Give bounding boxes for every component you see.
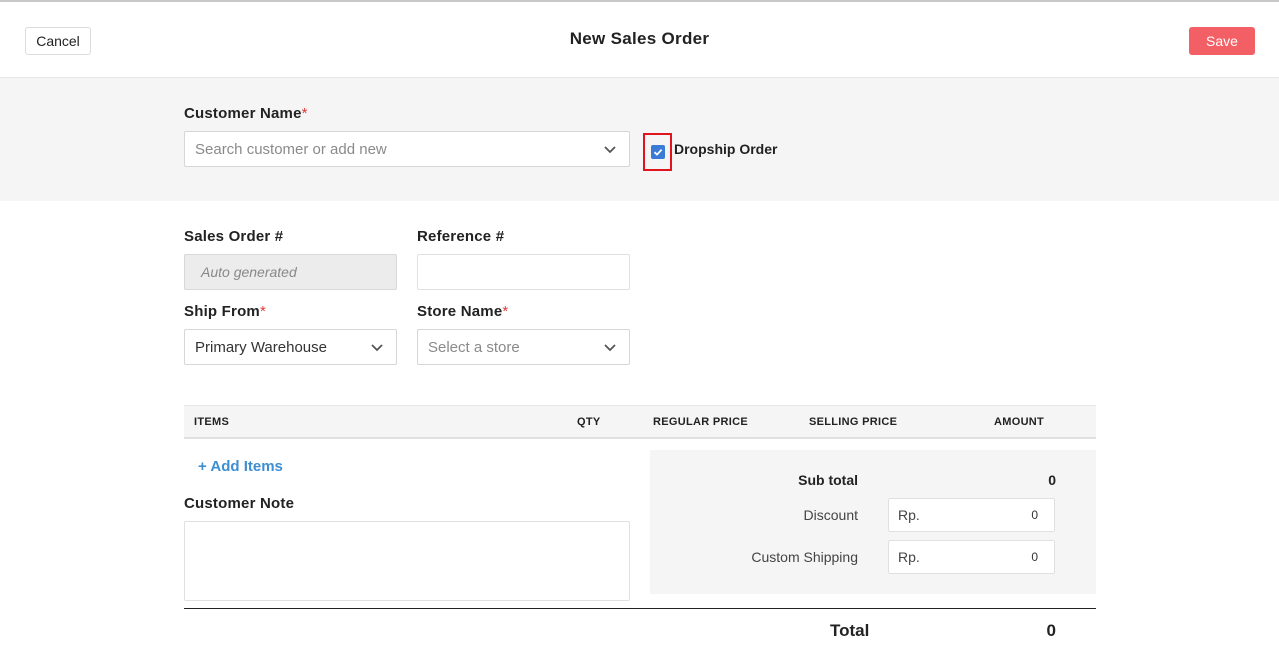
sales-order-field: Auto generated [184,254,397,290]
page-title: New Sales Order [569,29,710,48]
custom-shipping-input[interactable]: Rp. 0 [888,540,1055,574]
reference-label: Reference # [417,228,505,245]
discount-input[interactable]: Rp. 0 [888,498,1055,532]
required-mark: * [259,303,267,320]
dropship-checkbox-highlight[interactable] [643,133,672,171]
sales-order-value: Auto generated [201,264,297,280]
dropship-order-label[interactable]: Dropship Order [674,141,777,157]
subtotal-value: 0 [1048,472,1056,488]
customer-name-label: Customer Name* [184,105,308,122]
discount-value: 0 [1031,508,1038,522]
column-regular-price: REGULAR PRICE [653,416,748,428]
chevron-down-icon [604,344,616,352]
store-name-placeholder: Select a store [428,338,520,356]
required-mark: * [502,303,509,320]
discount-prefix: Rp. [898,507,920,523]
chevron-down-icon [604,146,616,154]
chevron-down-icon [371,344,383,352]
order-summary: Sub total 0 Discount Rp. 0 Custom Shippi… [650,450,1096,594]
total-divider [184,608,1096,609]
column-items: ITEMS [194,416,230,428]
custom-shipping-label: Custom Shipping [751,549,858,565]
subtotal-label: Sub total [798,472,858,488]
shipping-prefix: Rp. [898,549,920,565]
checkmark-icon [653,148,662,156]
shipping-value: 0 [1031,550,1038,564]
customer-note-textarea[interactable] [184,521,630,601]
total-value: 0 [1046,621,1056,640]
customer-search-placeholder: Search customer or add new [195,140,387,158]
sales-order-label: Sales Order # [184,228,284,245]
add-items-link[interactable]: + Add Items [198,458,283,475]
required-mark: * [301,105,308,122]
total-label: Total [830,621,870,640]
save-button[interactable]: Save [1189,27,1255,55]
column-selling-price: SELLING PRICE [809,416,898,428]
customer-note-label: Customer Note [184,495,295,512]
column-qty: QTY [577,416,601,428]
store-name-label: Store Name* [417,303,509,320]
column-amount: AMOUNT [994,416,1045,428]
store-name-select[interactable]: Select a store [417,329,630,365]
items-table-header: ITEMS QTY REGULAR PRICE SELLING PRICE AM… [184,405,1096,439]
modal-header: Cancel New Sales Order Save [0,2,1279,78]
customer-search-select[interactable]: Search customer or add new [184,131,630,167]
dropship-checkbox[interactable] [650,145,665,159]
ship-from-label: Ship From* [184,303,267,320]
discount-label: Discount [803,507,858,523]
ship-from-select[interactable]: Primary Warehouse [184,329,397,365]
ship-from-value: Primary Warehouse [195,338,327,356]
reference-input[interactable] [417,254,630,290]
